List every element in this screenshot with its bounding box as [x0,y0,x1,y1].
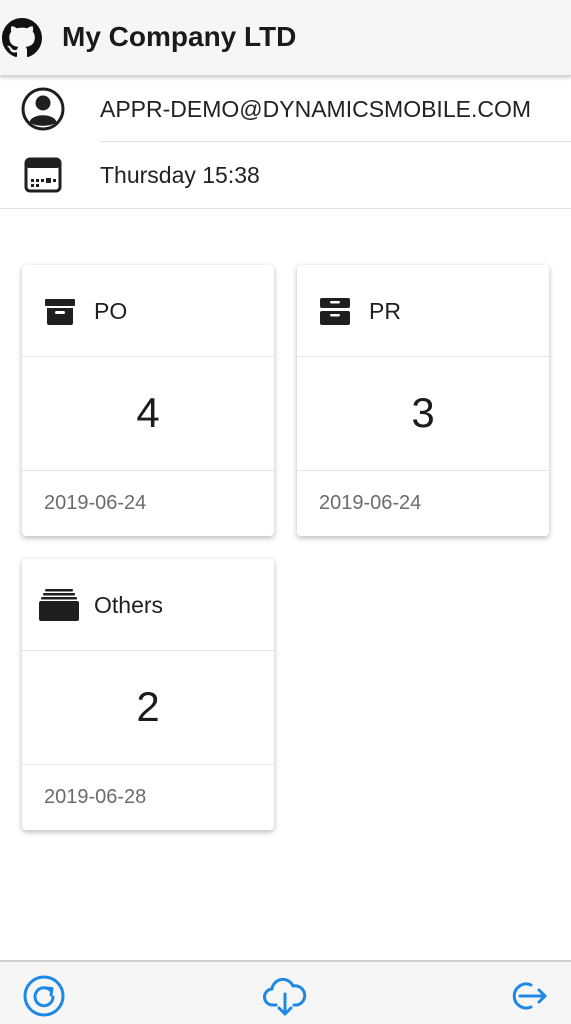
card-header: PO [22,265,274,357]
logout-button[interactable] [505,974,549,1018]
user-email: APPR-DEMO@DYNAMICSMOBILE.COM [100,96,532,122]
github-icon [2,18,42,58]
logout-icon [512,982,547,1010]
datetime-row: Thursday 15:38 [0,142,571,208]
card-po[interactable]: PO 4 2019-06-24 [22,265,274,536]
card-title: PO [94,298,128,324]
download-button[interactable] [263,974,307,1018]
card-date: 2019-06-28 [44,786,147,808]
card-date: 2019-06-24 [44,492,147,514]
card-date: 2019-06-24 [319,492,422,514]
card-title: Others [94,592,164,618]
refresh-button[interactable] [22,974,66,1018]
calendar-icon [24,157,62,193]
divider [0,208,571,209]
card-count: 2 [22,651,274,765]
user-avatar-icon [21,87,65,131]
archive-box-icon [45,299,75,325]
inbox-tray-icon [320,298,350,325]
bottom-toolbar [0,960,571,1024]
user-row: APPR-DEMO@DYNAMICSMOBILE.COM [0,76,571,142]
current-datetime: Thursday 15:38 [100,162,260,188]
card-count: 3 [297,357,549,471]
card-pr[interactable]: PR 3 2019-06-24 [297,265,549,536]
stacked-folders-icon [39,589,79,621]
card-title: PR [369,298,401,324]
app-header: My Company LTD [0,0,571,76]
refresh-icon [23,975,65,1017]
card-others[interactable]: Others 2 2019-06-28 [22,559,274,830]
company-title: My Company LTD [62,21,297,52]
cloud-download-icon [263,977,307,1016]
card-count: 4 [22,357,274,471]
card-header: Others [22,559,274,651]
card-header: PR [297,265,549,357]
